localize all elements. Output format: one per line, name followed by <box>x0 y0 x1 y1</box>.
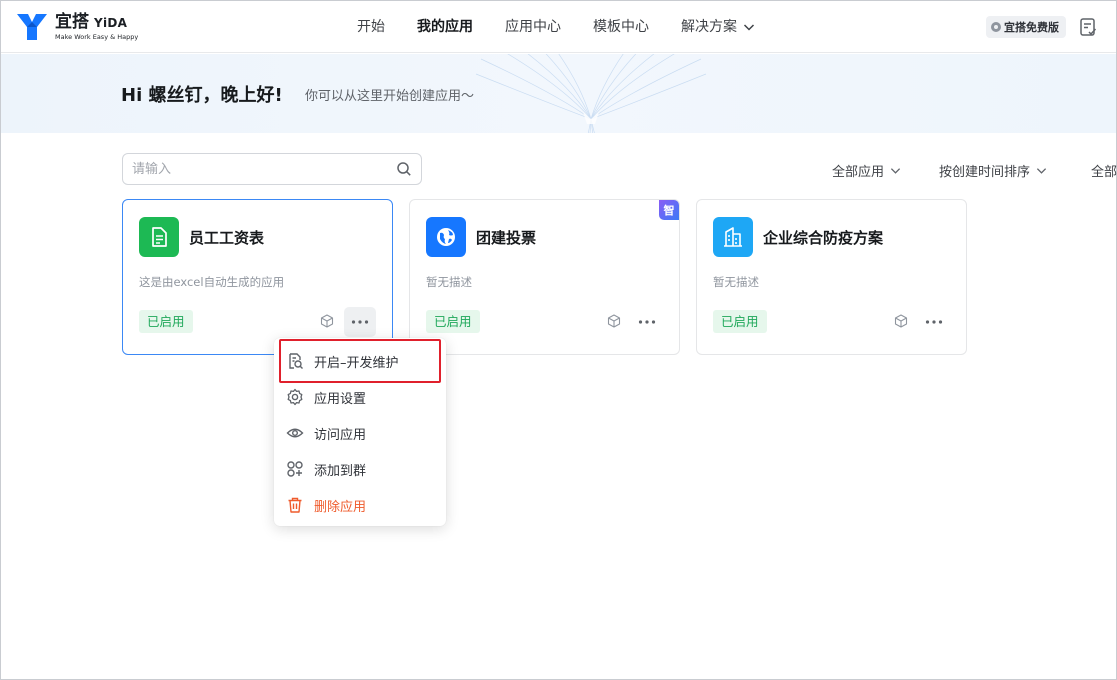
task-list-icon[interactable] <box>1077 16 1099 38</box>
menu-item-app-settings[interactable]: 应用设置 <box>274 379 446 415</box>
main-nav: 开始 我的应用 应用中心 模板中心 解决方案 <box>341 1 771 53</box>
gear-icon <box>287 388 303 406</box>
status-badge: 已启用 <box>139 310 193 333</box>
nav-solutions-label: 解决方案 <box>681 19 737 35</box>
app-title: 员工工资表 <box>189 229 265 247</box>
app-card-team-vote[interactable]: 智 团建投票 暂无描述 已启用 <box>409 199 680 355</box>
menu-item-add-to-group[interactable]: 添加到群 <box>274 451 446 487</box>
status-badge: 已启用 <box>426 310 480 333</box>
sort-dropdown-label: 按创建时间排序 <box>939 165 1031 180</box>
menu-item-dev-maintain[interactable]: 开启–开发维护 <box>274 343 446 379</box>
ai-badge: 智 <box>659 200 679 220</box>
more-actions-button[interactable] <box>344 307 376 337</box>
top-navigation-bar: 宜搭 YiDA Make Work Easy & Happy 开始 我的应用 应… <box>1 1 1116 53</box>
yida-logo-icon <box>17 14 47 40</box>
more-dots-icon <box>638 320 656 324</box>
menu-item-app-settings-label: 应用设置 <box>314 391 367 407</box>
menu-item-delete-app-label: 删除应用 <box>314 499 367 515</box>
nav-my-apps[interactable]: 我的应用 <box>401 1 489 53</box>
free-edition-label: 宜搭免费版 <box>1004 21 1059 34</box>
building-icon <box>713 217 753 257</box>
spreadsheet-icon <box>139 217 179 257</box>
more-dots-icon <box>925 320 943 324</box>
greeting-title: Hi 螺丝钉，晚上好! <box>121 85 283 106</box>
trash-icon <box>288 497 302 513</box>
brand-name-en: YiDA <box>94 16 128 30</box>
search-input[interactable] <box>123 154 383 184</box>
menu-item-delete-app[interactable]: 删除应用 <box>274 487 446 523</box>
add-group-icon <box>287 461 303 477</box>
more-actions-button[interactable] <box>918 307 950 337</box>
dev-maintain-icon <box>289 353 303 369</box>
menu-item-visit-app[interactable]: 访问应用 <box>274 415 446 451</box>
search-icon[interactable] <box>396 161 412 177</box>
more-dots-icon <box>351 320 369 324</box>
nav-app-center[interactable]: 应用中心 <box>489 1 577 53</box>
app-description: 暂无描述 <box>426 275 472 289</box>
app-title: 团建投票 <box>476 229 537 247</box>
menu-item-visit-app-label: 访问应用 <box>314 427 367 443</box>
app-title: 企业综合防疫方案 <box>763 229 884 247</box>
sort-dropdown[interactable]: 按创建时间排序 <box>939 161 1047 180</box>
greeting-subtitle: 你可以从这里开始创建应用～ <box>305 89 475 104</box>
filter-more-label: 全部 <box>1091 165 1117 180</box>
menu-item-dev-maintain-label: 开启–开发维护 <box>314 355 399 371</box>
app-search-box <box>122 153 422 185</box>
nav-template-center[interactable]: 模板中心 <box>577 1 665 53</box>
filter-all-apps-label: 全部应用 <box>832 165 885 180</box>
filter-more[interactable]: 全部 <box>1091 161 1117 180</box>
chevron-down-icon <box>890 168 901 174</box>
welcome-banner: Hi 螺丝钉，晚上好! 你可以从这里开始创建应用～ <box>1 54 1116 133</box>
brand-slogan: Make Work Easy & Happy <box>55 33 139 41</box>
app-card-salary[interactable]: 员工工资表 这是由excel自动生成的应用 已启用 <box>122 199 393 355</box>
app-description: 这是由excel自动生成的应用 <box>139 275 285 289</box>
yida-logo[interactable]: 宜搭 YiDA Make Work Easy & Happy <box>15 10 138 44</box>
globe-icon <box>426 217 466 257</box>
menu-item-add-to-group-label: 添加到群 <box>314 463 367 479</box>
eye-icon <box>286 428 304 438</box>
filter-all-apps[interactable]: 全部应用 <box>832 161 901 180</box>
app-card-epidemic-plan[interactable]: 企业综合防疫方案 暂无描述 已启用 <box>696 199 967 355</box>
brand-name-cn: 宜搭 <box>55 12 89 32</box>
cube-icon[interactable] <box>607 314 621 328</box>
cube-icon[interactable] <box>320 314 334 328</box>
banner-decoration-icon <box>475 54 707 133</box>
cube-icon[interactable] <box>894 314 908 328</box>
chevron-down-icon <box>1036 168 1047 174</box>
app-description: 暂无描述 <box>713 275 759 289</box>
app-actions-menu: 开启–开发维护 应用设置 访问应用 添加到群 删除应用 <box>274 338 446 526</box>
status-badge: 已启用 <box>713 310 767 333</box>
nav-solutions[interactable]: 解决方案 <box>665 1 771 53</box>
edition-dot-icon <box>991 22 1001 32</box>
chevron-down-icon <box>743 24 755 31</box>
more-actions-button[interactable] <box>631 307 663 337</box>
free-edition-badge[interactable]: 宜搭免费版 <box>986 16 1066 38</box>
nav-start[interactable]: 开始 <box>341 1 401 53</box>
